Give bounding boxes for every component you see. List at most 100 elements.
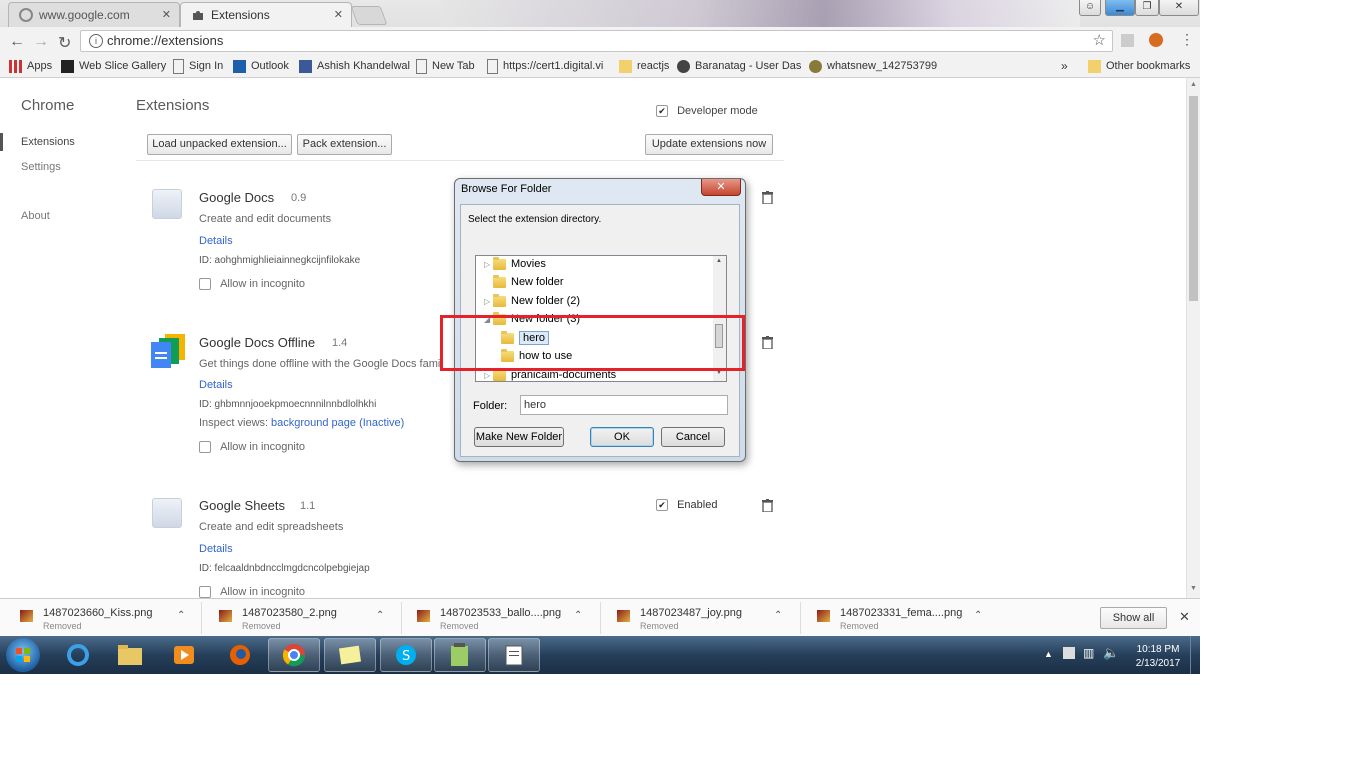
details-link[interactable]: Details [199, 235, 233, 247]
tab-google[interactable]: www.google.com ✕ [8, 2, 180, 27]
bookmark-web-slice-gallery[interactable]: Web Slice Gallery [61, 58, 166, 74]
page-scrollbar[interactable]: ▲ ▼ [1186, 78, 1200, 598]
firefox-icon[interactable] [214, 638, 266, 672]
chevron-up-icon[interactable]: ⌃ [376, 610, 384, 621]
chrome-taskbar-icon[interactable] [268, 638, 320, 672]
details-link[interactable]: Details [199, 379, 233, 391]
reload-icon[interactable]: ↻ [58, 33, 71, 53]
chevron-up-icon[interactable]: ⌃ [574, 610, 582, 621]
address-bar[interactable]: i chrome://extensions ☆ [80, 30, 1113, 52]
details-link[interactable]: Details [199, 543, 233, 555]
download-item[interactable]: 1487023487_joy.png Removed ⌃ [617, 605, 807, 633]
download-item[interactable]: 1487023331_fema....png Removed ⌃ [817, 605, 1007, 633]
scroll-up-arrow-icon[interactable]: ▲ [716, 258, 722, 264]
bookmark-cert1[interactable]: https://cert1.digital.vi [487, 58, 603, 74]
allow-incognito-checkbox[interactable] [199, 441, 211, 454]
expand-arrow-icon[interactable]: ▷ [484, 371, 493, 380]
sidebar-item-extensions[interactable]: Extensions [21, 136, 75, 148]
internet-explorer-icon[interactable] [52, 638, 104, 672]
show-all-button[interactable]: Show all [1100, 607, 1167, 629]
pack-extension-button[interactable]: Pack extension... [297, 134, 392, 155]
download-item[interactable]: 1487023580_2.png Removed ⌃ [219, 605, 409, 633]
tab-close-icon[interactable]: ✕ [334, 8, 343, 21]
allow-incognito-checkbox[interactable] [199, 278, 211, 291]
make-new-folder-button[interactable]: Make New Folder [474, 427, 564, 447]
info-icon[interactable]: i [89, 34, 103, 48]
bookmark-apps[interactable]: Apps [9, 58, 52, 74]
bookmark-reactjs[interactable]: reactjs [619, 58, 669, 74]
maximize-button[interactable]: ❐ [1135, 0, 1159, 16]
sticky-notes-icon[interactable] [324, 638, 376, 672]
developer-mode-toggle[interactable]: ✔ Developer mode [656, 105, 758, 118]
trash-icon[interactable] [762, 336, 773, 350]
notepad-icon[interactable] [488, 638, 540, 672]
chevron-up-icon[interactable]: ⌃ [974, 610, 982, 621]
tree-item-movies[interactable]: ▷ Movies [484, 256, 546, 273]
expand-arrow-icon[interactable]: ▷ [484, 297, 493, 306]
forward-arrow-icon[interactable]: → [33, 33, 49, 51]
background-photo [440, 0, 1080, 27]
bookmark-ashish[interactable]: Ashish Khandelwal [299, 58, 410, 74]
enabled-checkbox[interactable]: ✔ [656, 499, 668, 512]
download-item[interactable]: 1487023660_Kiss.png Removed ⌃ [20, 605, 210, 633]
volume-icon[interactable]: 🔈 [1103, 645, 1119, 661]
folder-icon [1088, 59, 1101, 73]
bookmark-outlook[interactable]: Outlook [233, 58, 289, 74]
file-explorer-icon[interactable] [104, 638, 156, 672]
window-close-button[interactable]: ✕ [1159, 0, 1199, 16]
action-center-icon[interactable] [1063, 647, 1075, 659]
tab-extensions[interactable]: Extensions ✕ [180, 2, 352, 27]
bookmark-sign-in[interactable]: Sign In [173, 58, 223, 74]
start-button[interactable] [6, 638, 40, 672]
extension-icon[interactable] [1121, 34, 1134, 47]
menu-kebab-icon[interactable]: ⋮ [1180, 31, 1194, 48]
tab-close-icon[interactable]: ✕ [162, 8, 171, 21]
allow-incognito-option[interactable]: Allow in incognito [199, 586, 305, 598]
allow-incognito-option[interactable]: Allow in incognito [199, 278, 305, 291]
bookmark-whatsnew[interactable]: whatsnew_142753799 [809, 58, 937, 74]
tab-strip: www.google.com ✕ Extensions ✕ ☺ ▁ ❐ ✕ [0, 0, 1200, 27]
show-hidden-icons-icon[interactable]: ▲ [1044, 649, 1053, 659]
bookmarks-overflow-chevron[interactable]: » [1061, 58, 1068, 74]
download-item[interactable]: 1487023533_ballo....png Removed ⌃ [417, 605, 607, 633]
bookmark-new-tab[interactable]: New Tab [416, 58, 475, 74]
developer-mode-checkbox[interactable]: ✔ [656, 105, 668, 118]
bookmark-baranatag[interactable]: Baranatag - User Das [677, 58, 801, 74]
trash-icon[interactable] [762, 191, 773, 205]
skype-icon[interactable]: S [380, 638, 432, 672]
scrollbar-thumb[interactable] [1189, 96, 1198, 301]
allow-incognito-option[interactable]: Allow in incognito [199, 441, 305, 454]
scroll-down-arrow-icon[interactable]: ▼ [1190, 585, 1197, 592]
chevron-up-icon[interactable]: ⌃ [177, 610, 185, 621]
bookmark-star-icon[interactable]: ☆ [1093, 31, 1106, 51]
chevron-up-icon[interactable]: ⌃ [774, 610, 782, 621]
sidebar-item-about[interactable]: About [21, 210, 50, 222]
cancel-button[interactable]: Cancel [661, 427, 725, 447]
extension-orange-icon[interactable] [1149, 33, 1163, 47]
allow-incognito-checkbox[interactable] [199, 586, 211, 598]
back-arrow-icon[interactable]: ← [9, 33, 25, 51]
network-icon[interactable]: ▥ [1083, 646, 1094, 660]
user-profile-button[interactable]: ☺ [1079, 0, 1101, 16]
notepad-plus-icon[interactable] [434, 638, 486, 672]
update-extensions-button[interactable]: Update extensions now [645, 134, 773, 155]
new-tab-button[interactable] [350, 6, 388, 25]
system-clock[interactable]: 10:18 PM 2/13/2017 [1128, 643, 1188, 671]
dialog-close-button[interactable]: ✕ [701, 179, 741, 196]
trash-icon[interactable] [762, 499, 773, 513]
tree-item-new-folder[interactable]: New folder [484, 273, 564, 291]
minimize-button[interactable]: ▁ [1105, 0, 1135, 16]
media-player-icon[interactable] [158, 638, 210, 672]
folder-name-input[interactable]: hero [520, 395, 728, 415]
scroll-up-arrow-icon[interactable]: ▲ [1190, 81, 1197, 88]
expand-arrow-icon[interactable]: ▷ [484, 260, 493, 269]
ok-button[interactable]: OK [590, 427, 654, 447]
close-shelf-icon[interactable]: ✕ [1179, 609, 1190, 625]
tree-item-new-folder-2[interactable]: ▷ New folder (2) [484, 292, 580, 310]
background-page-link[interactable]: background page (Inactive) [271, 417, 404, 429]
sidebar-item-settings[interactable]: Settings [21, 161, 61, 173]
show-desktop-button[interactable] [1190, 636, 1200, 674]
load-unpacked-button[interactable]: Load unpacked extension... [147, 134, 292, 155]
enabled-toggle[interactable]: ✔ Enabled [656, 499, 717, 512]
bookmark-other[interactable]: Other bookmarks [1088, 58, 1190, 74]
